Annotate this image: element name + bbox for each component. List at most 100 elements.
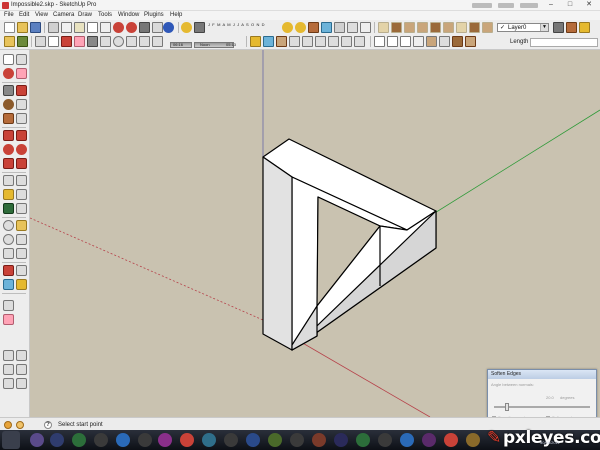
taskbar-app-icon[interactable] bbox=[224, 433, 238, 447]
arc-icon[interactable] bbox=[16, 99, 27, 110]
position-camera-tool-icon[interactable] bbox=[3, 265, 14, 276]
layer-manager-icon[interactable] bbox=[553, 22, 564, 33]
paste-icon[interactable] bbox=[74, 22, 85, 33]
style-icon[interactable] bbox=[469, 22, 480, 33]
cut-icon[interactable] bbox=[48, 22, 59, 33]
3d-text-icon[interactable] bbox=[16, 203, 27, 214]
xray-style-icon[interactable] bbox=[374, 36, 385, 47]
look-around-icon[interactable] bbox=[3, 279, 14, 290]
sandbox-smoove-icon[interactable] bbox=[3, 350, 14, 361]
taskbar-app-icon[interactable] bbox=[466, 433, 480, 447]
select-tool-icon[interactable] bbox=[35, 36, 46, 47]
components-icon[interactable] bbox=[579, 22, 590, 33]
layers-icon[interactable] bbox=[482, 22, 493, 33]
back-view-icon[interactable] bbox=[430, 22, 441, 33]
copy-icon[interactable] bbox=[61, 22, 72, 33]
credits-icon[interactable] bbox=[16, 421, 24, 429]
sun-settings-icon[interactable] bbox=[295, 22, 306, 33]
taskbar-app-icon[interactable] bbox=[312, 433, 326, 447]
taskbar-app-icon[interactable] bbox=[290, 433, 304, 447]
taskbar-app-icon[interactable] bbox=[72, 433, 86, 447]
arc-tool-icon[interactable] bbox=[126, 36, 137, 47]
taskbar-app-icon[interactable] bbox=[30, 433, 44, 447]
text-icon[interactable] bbox=[16, 189, 27, 200]
sandbox-stamp-icon[interactable] bbox=[16, 350, 27, 361]
section-cut-icon[interactable] bbox=[321, 22, 332, 33]
menu-file[interactable]: File bbox=[4, 11, 14, 20]
minimize-button[interactable]: – bbox=[542, 0, 560, 10]
taskbar-app-icon[interactable] bbox=[94, 433, 108, 447]
orbit-tool-icon[interactable] bbox=[3, 220, 14, 231]
line-tool-icon[interactable] bbox=[100, 36, 111, 47]
export-icon[interactable] bbox=[17, 36, 28, 47]
layer-dropdown[interactable]: ✓ Layer0 ▼ bbox=[497, 23, 549, 32]
move-icon[interactable] bbox=[3, 130, 14, 141]
shadows-toggle-icon[interactable] bbox=[181, 22, 192, 33]
circle-icon[interactable] bbox=[3, 99, 14, 110]
rectangle-tool-icon[interactable] bbox=[87, 36, 98, 47]
zoom-window-icon[interactable] bbox=[302, 36, 313, 47]
help-icon[interactable] bbox=[163, 22, 174, 33]
front-view-icon[interactable] bbox=[404, 22, 415, 33]
component-icon[interactable] bbox=[16, 54, 27, 65]
print-icon[interactable] bbox=[139, 22, 150, 33]
geolocation-icon[interactable] bbox=[4, 421, 12, 429]
start-button[interactable] bbox=[2, 431, 20, 449]
axes-icon[interactable] bbox=[3, 203, 14, 214]
taskbar-app-icon[interactable] bbox=[202, 433, 216, 447]
sandbox-detail-icon[interactable] bbox=[16, 364, 27, 375]
section-plane-icon[interactable] bbox=[308, 22, 319, 33]
taskbar-browser-icon[interactable] bbox=[116, 433, 130, 447]
monochrome-style-icon[interactable] bbox=[439, 36, 450, 47]
delete-icon[interactable] bbox=[100, 22, 111, 33]
close-button[interactable]: ✕ bbox=[580, 0, 598, 10]
pan-tool-icon[interactable] bbox=[16, 220, 27, 231]
taskbar-app-icon[interactable] bbox=[268, 433, 282, 447]
taskbar-app-icon[interactable] bbox=[138, 433, 152, 447]
zoom-extents-tool-icon[interactable] bbox=[3, 248, 14, 259]
next-view-icon[interactable] bbox=[341, 36, 352, 47]
sun-icon[interactable] bbox=[282, 22, 293, 33]
warehouse-icon[interactable] bbox=[465, 36, 476, 47]
previous-tool-icon[interactable] bbox=[16, 248, 27, 259]
menu-edit[interactable]: Edit bbox=[19, 11, 29, 20]
scale-icon[interactable] bbox=[3, 158, 14, 169]
orbit-icon[interactable] bbox=[263, 36, 274, 47]
circle-tool-icon[interactable] bbox=[113, 36, 124, 47]
pan-icon[interactable] bbox=[276, 36, 287, 47]
previous-view-icon[interactable] bbox=[328, 36, 339, 47]
instructor-help-icon[interactable]: ? bbox=[44, 421, 52, 429]
menu-help[interactable]: Help bbox=[170, 11, 182, 20]
dimension-icon[interactable] bbox=[16, 175, 27, 186]
zoom-window-tool-icon[interactable] bbox=[16, 234, 27, 245]
chevron-down-icon[interactable]: ▼ bbox=[540, 24, 548, 31]
redo-icon[interactable] bbox=[126, 22, 137, 33]
wireframe-style-icon[interactable] bbox=[387, 36, 398, 47]
push-pull-icon[interactable] bbox=[16, 130, 27, 141]
freehand-tool-icon[interactable] bbox=[152, 36, 163, 47]
rectangle-icon[interactable] bbox=[3, 85, 14, 96]
section-display-icon[interactable] bbox=[334, 22, 345, 33]
taskbar-app-icon[interactable] bbox=[422, 433, 436, 447]
taskbar-app-icon[interactable] bbox=[356, 433, 370, 447]
position-camera-icon[interactable] bbox=[354, 36, 365, 47]
new-file-icon[interactable] bbox=[4, 22, 15, 33]
make-component-icon[interactable] bbox=[48, 36, 59, 47]
model-info-icon[interactable] bbox=[152, 22, 163, 33]
left-view-icon[interactable] bbox=[443, 22, 454, 33]
wireframe-icon[interactable] bbox=[360, 22, 371, 33]
follow-me-tool-icon[interactable] bbox=[16, 144, 27, 155]
undo-icon[interactable] bbox=[113, 22, 124, 33]
menu-view[interactable]: View bbox=[35, 11, 48, 20]
get-models-icon[interactable] bbox=[3, 300, 14, 311]
follow-me-icon[interactable] bbox=[250, 36, 261, 47]
zoom-extents-icon[interactable] bbox=[315, 36, 326, 47]
iso-view-icon[interactable] bbox=[378, 22, 389, 33]
paint-icon[interactable] bbox=[3, 68, 14, 79]
menu-tools[interactable]: Tools bbox=[98, 11, 112, 20]
fog-icon[interactable] bbox=[194, 22, 205, 33]
length-input[interactable] bbox=[530, 38, 598, 47]
taskbar-app-icon[interactable] bbox=[400, 433, 414, 447]
taskbar-app-icon[interactable] bbox=[158, 433, 172, 447]
taskbar-app-icon[interactable] bbox=[334, 433, 348, 447]
